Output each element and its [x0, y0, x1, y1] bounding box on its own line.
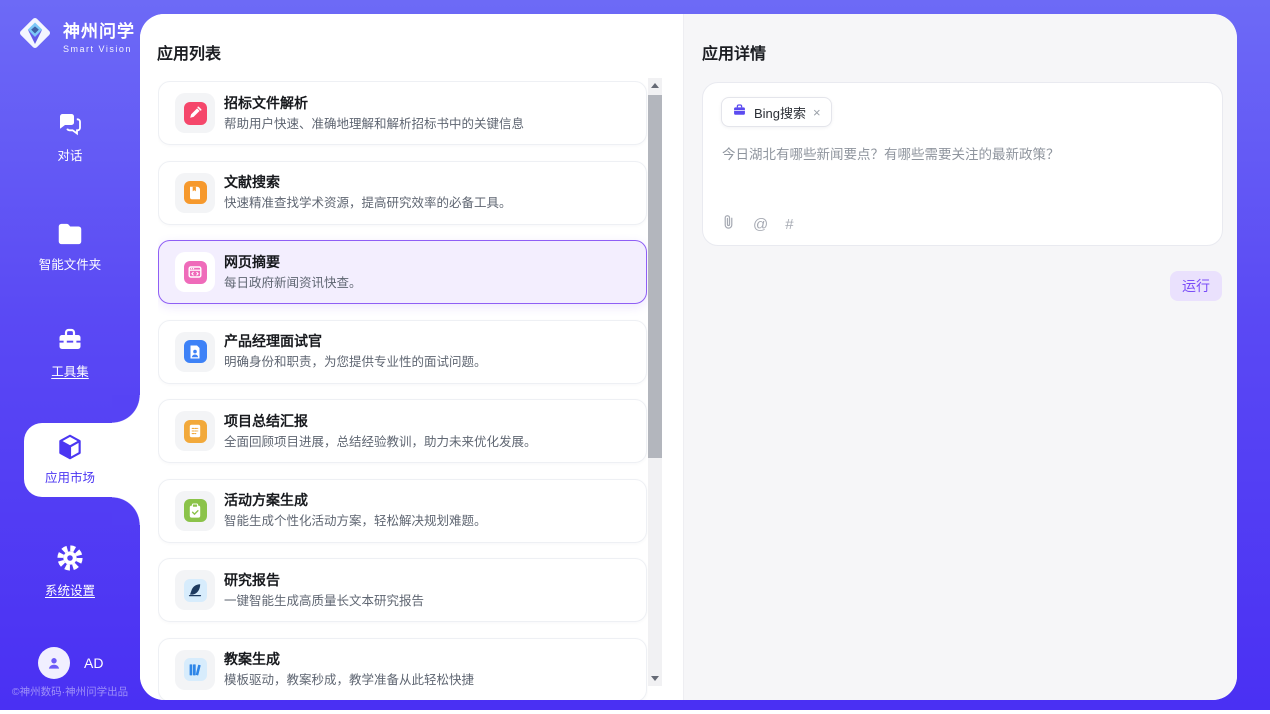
close-icon[interactable]: ×	[813, 106, 821, 119]
brand-diamond-icon	[14, 12, 56, 59]
app-card-description: 全面回顾项目进展，总结经验教训，助力未来优化发展。	[224, 433, 537, 451]
brand-logo: 神州问学 Smart Vision	[14, 12, 135, 59]
app-card-description: 智能生成个性化活动方案，轻松解决规划难题。	[224, 512, 487, 530]
app-card[interactable]: 项目总结汇报 全面回顾项目进展，总结经验教训，助力未来优化发展。	[158, 399, 647, 463]
brand-name: 神州问学	[63, 17, 135, 42]
browser-code-icon	[184, 261, 207, 284]
app-card-description: 每日政府新闻资讯快查。	[224, 274, 362, 292]
app-list-title: 应用列表	[157, 40, 221, 64]
app-card-description: 明确身份和职责，为您提供专业性的面试问题。	[224, 353, 487, 371]
app-card[interactable]: 网页摘要 每日政府新闻资讯快查。	[158, 240, 647, 304]
user-account[interactable]: AD	[38, 647, 103, 679]
doc-person-icon	[184, 340, 207, 363]
books-icon	[184, 658, 207, 681]
app-card-description: 模板驱动，教案秒成，教学准备从此轻松快捷	[224, 671, 474, 689]
sidebar-item-smart-folder[interactable]: 智能文件夹	[0, 221, 140, 273]
app-card-title: 项目总结汇报	[224, 412, 537, 431]
app-detail-title: 应用详情	[702, 40, 766, 64]
scrollbar[interactable]	[648, 78, 662, 686]
briefcase-icon	[732, 103, 747, 122]
sidebar-item-label: 对话	[0, 145, 140, 164]
active-nav-curve-top	[112, 395, 140, 423]
app-icon-container	[175, 252, 215, 292]
avatar	[38, 647, 70, 679]
app-card-title: 研究报告	[224, 571, 424, 590]
note-icon	[184, 420, 207, 443]
main-content: 应用列表 招标文件解析 帮助用户快速、准确地理解和解析招标书中的关键信息 文献搜…	[140, 14, 1237, 700]
app-detail-panel: 应用详情 Bing搜索 × 今日湖北有哪些新闻要点？有哪些需要关注的最新政策？	[683, 14, 1237, 700]
app-card-title: 活动方案生成	[224, 491, 487, 510]
app-card-texts: 教案生成 模板驱动，教案秒成，教学准备从此轻松快捷	[224, 650, 474, 689]
tool-tag-bing-search[interactable]: Bing搜索 ×	[721, 97, 832, 127]
at-icon[interactable]: @	[753, 216, 768, 233]
app-icon-container	[175, 173, 215, 213]
book-icon	[184, 181, 207, 204]
sidebar-item-settings[interactable]: 系统设置	[0, 543, 140, 599]
sidebar-item-label: 系统设置	[0, 580, 140, 599]
app-card[interactable]: 教案生成 模板驱动，教案秒成，教学准备从此轻松快捷	[158, 638, 647, 701]
chat-icon	[0, 110, 140, 138]
arrow-down-icon	[651, 676, 659, 681]
scrollbar-up-button[interactable]	[648, 78, 662, 93]
app-card-title: 文献搜索	[224, 173, 512, 192]
active-nav-curve-bottom	[112, 497, 140, 525]
run-button[interactable]: 运行	[1170, 271, 1222, 301]
app-card-texts: 网页摘要 每日政府新闻资讯快查。	[224, 253, 362, 292]
app-card-title: 教案生成	[224, 650, 474, 669]
sidebar-item-label: 应用市场	[0, 467, 140, 486]
app-card[interactable]: 活动方案生成 智能生成个性化活动方案，轻松解决规划难题。	[158, 479, 647, 543]
app-icon-container	[175, 411, 215, 451]
app-card-description: 一键智能生成高质量长文本研究报告	[224, 592, 424, 610]
app-card-title: 招标文件解析	[224, 94, 524, 113]
scrollbar-thumb[interactable]	[648, 95, 662, 458]
arrow-up-icon	[651, 83, 659, 88]
attachment-toolbar: @ #	[721, 213, 794, 236]
brand-subtitle: Smart Vision	[63, 44, 135, 54]
app-window: 神州问学 Smart Vision 对话 智能文件夹	[0, 0, 1270, 714]
sidebar-item-chat[interactable]: 对话	[0, 110, 140, 164]
quill-icon	[184, 579, 207, 602]
sidebar: 神州问学 Smart Vision 对话 智能文件夹	[0, 0, 140, 710]
app-card[interactable]: 研究报告 一键智能生成高质量长文本研究报告	[158, 558, 647, 622]
app-card-title: 产品经理面试官	[224, 332, 487, 351]
app-card-texts: 项目总结汇报 全面回顾项目进展，总结经验教训，助力未来优化发展。	[224, 412, 537, 451]
app-card[interactable]: 产品经理面试官 明确身份和职责，为您提供专业性的面试问题。	[158, 320, 647, 384]
app-list: 招标文件解析 帮助用户快速、准确地理解和解析招标书中的关键信息 文献搜索 快速精…	[158, 81, 648, 700]
app-icon-container	[175, 491, 215, 531]
app-icon-container	[175, 93, 215, 133]
app-card[interactable]: 招标文件解析 帮助用户快速、准确地理解和解析招标书中的关键信息	[158, 81, 647, 145]
gear-icon	[0, 543, 140, 573]
app-card-texts: 研究报告 一键智能生成高质量长文本研究报告	[224, 571, 424, 610]
app-card-texts: 文献搜索 快速精准查找学术资源，提高研究效率的必备工具。	[224, 173, 512, 212]
folder-icon	[0, 221, 140, 247]
app-card-texts: 活动方案生成 智能生成个性化活动方案，轻松解决规划难题。	[224, 491, 487, 530]
pen-square-icon	[184, 102, 207, 125]
prompt-card: Bing搜索 × 今日湖北有哪些新闻要点？有哪些需要关注的最新政策？ @ #	[702, 82, 1223, 246]
sidebar-item-label: 智能文件夹	[0, 254, 140, 273]
sidebar-item-label: 工具集	[0, 361, 140, 380]
app-icon-container	[175, 570, 215, 610]
app-icon-container	[175, 650, 215, 690]
app-card-description: 快速精准查找学术资源，提高研究效率的必备工具。	[224, 194, 512, 212]
app-card-texts: 产品经理面试官 明确身份和职责，为您提供专业性的面试问题。	[224, 332, 487, 371]
clipboard-check-icon	[184, 499, 207, 522]
toolbox-icon	[0, 326, 140, 354]
prompt-input[interactable]: 今日湖北有哪些新闻要点？有哪些需要关注的最新政策？	[722, 145, 1202, 165]
app-card-texts: 招标文件解析 帮助用户快速、准确地理解和解析招标书中的关键信息	[224, 94, 524, 133]
app-card-title: 网页摘要	[224, 253, 362, 272]
sidebar-item-toolset[interactable]: 工具集	[0, 326, 140, 380]
app-icon-container	[175, 332, 215, 372]
cube-icon	[0, 432, 140, 462]
hash-icon[interactable]: #	[785, 216, 793, 233]
app-list-panel: 应用列表 招标文件解析 帮助用户快速、准确地理解和解析招标书中的关键信息 文献搜…	[140, 14, 683, 700]
app-card-description: 帮助用户快速、准确地理解和解析招标书中的关键信息	[224, 115, 524, 133]
app-card[interactable]: 文献搜索 快速精准查找学术资源，提高研究效率的必备工具。	[158, 161, 647, 225]
tool-tag-label: Bing搜索	[754, 103, 806, 122]
user-initials: AD	[84, 655, 103, 671]
copyright-text: ©神州数码·神州问学出品	[0, 684, 140, 699]
scrollbar-down-button[interactable]	[648, 671, 662, 686]
paperclip-icon[interactable]	[721, 213, 736, 236]
sidebar-item-app-market[interactable]: 应用市场	[0, 432, 140, 486]
